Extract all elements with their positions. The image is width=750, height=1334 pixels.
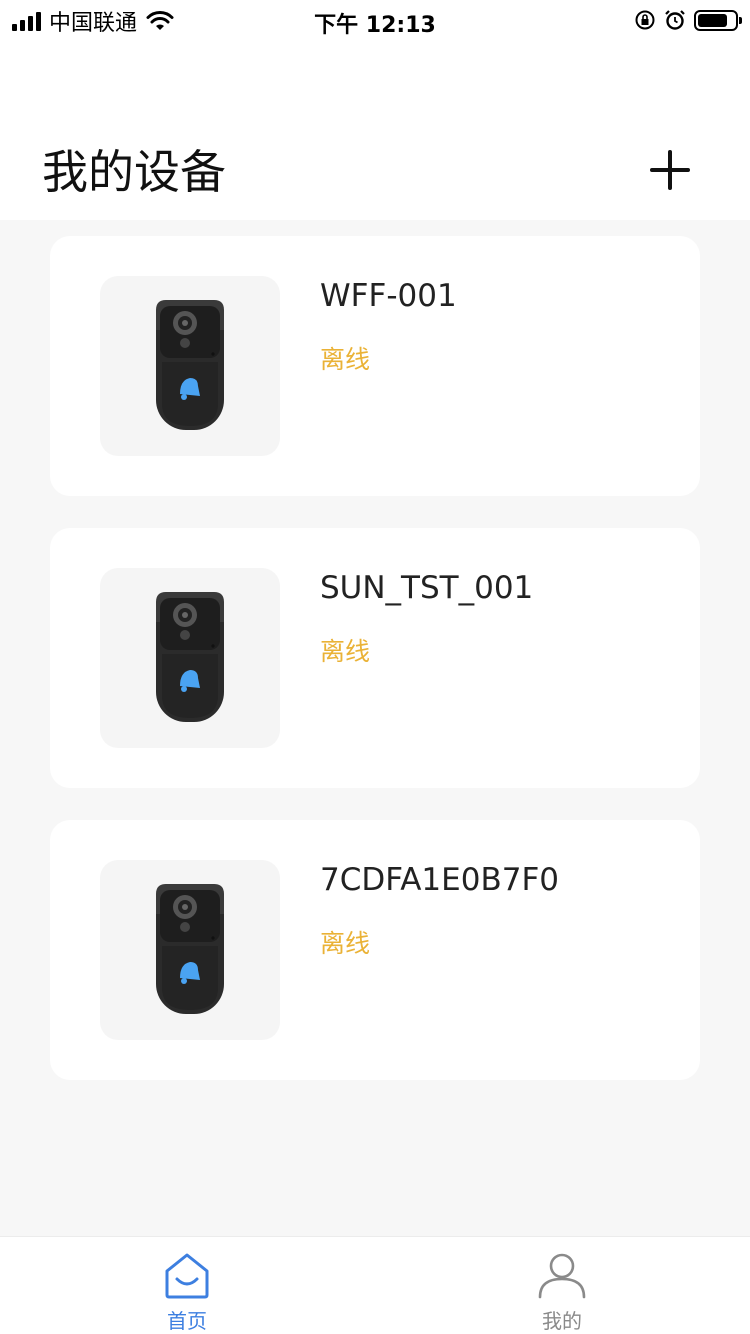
- tab-me-label: 我的: [542, 1309, 582, 1333]
- add-device-button[interactable]: [648, 148, 692, 192]
- status-right: [634, 8, 742, 32]
- device-card[interactable]: WFF-001 离线: [50, 236, 700, 496]
- page-title: 我的设备: [42, 145, 226, 199]
- status-bar: 中国联通 下午 12:13: [0, 0, 750, 40]
- doorbell-icon: [156, 592, 224, 722]
- tab-home[interactable]: 首页: [127, 1237, 247, 1334]
- device-name: WFF-001: [320, 278, 457, 314]
- device-name: SUN_TST_001: [320, 570, 534, 606]
- device-status: 离线: [320, 637, 371, 666]
- device-thumbnail: [100, 860, 280, 1040]
- tab-bar: 首页 我的: [0, 1236, 750, 1334]
- home-icon: [165, 1253, 209, 1299]
- device-card[interactable]: SUN_TST_001 离线: [50, 528, 700, 788]
- device-status: 离线: [320, 345, 371, 374]
- alarm-icon: [665, 10, 685, 30]
- device-name: 7CDFA1E0B7F0: [320, 862, 560, 898]
- device-card[interactable]: 7CDFA1E0B7F0 离线: [50, 820, 700, 1080]
- device-thumbnail: [100, 568, 280, 748]
- device-status: 离线: [320, 929, 371, 958]
- tab-me[interactable]: 我的: [502, 1237, 622, 1334]
- device-list: WFF-001 离线 SUN_TST_001 离线 7CDFA1E0B7F0 离…: [50, 236, 700, 1112]
- device-thumbnail: [100, 276, 280, 456]
- doorbell-icon: [156, 300, 224, 430]
- doorbell-icon: [156, 884, 224, 1014]
- orientation-lock-icon: [635, 10, 655, 30]
- tab-home-label: 首页: [167, 1309, 207, 1333]
- battery-icon: [694, 9, 742, 31]
- user-icon: [538, 1253, 586, 1299]
